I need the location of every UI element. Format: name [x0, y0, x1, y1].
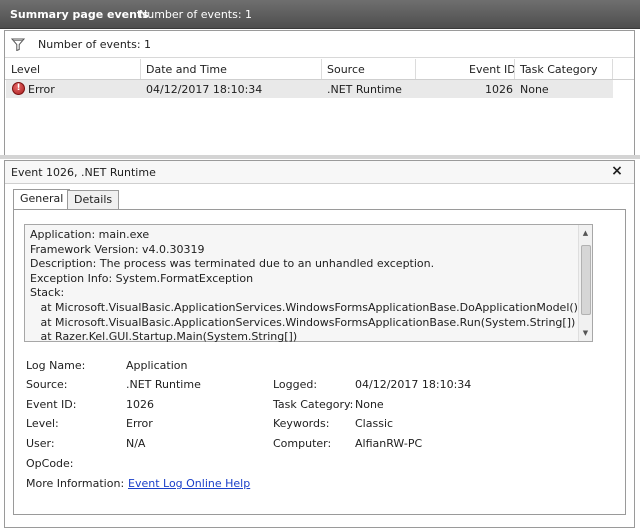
summary-title: Summary page events	[10, 8, 149, 21]
description-line: Exception Info: System.FormatException	[30, 271, 254, 285]
filter-icon[interactable]	[11, 38, 25, 51]
description-line: Description: The process was terminated …	[30, 257, 435, 271]
logged-label: Logged:	[273, 378, 318, 391]
pane-splitter[interactable]	[0, 155, 640, 159]
keywords-value: Classic	[355, 417, 394, 430]
event-list-pane: Number of events: 1 Level Date and Time …	[4, 30, 635, 156]
source-label: Source:	[26, 378, 68, 391]
column-divider[interactable]	[415, 59, 416, 79]
column-header-task-category[interactable]: Task Category	[520, 63, 597, 76]
description-line: at Microsoft.VisualBasic.ApplicationServ…	[30, 300, 578, 314]
column-divider[interactable]	[140, 59, 141, 79]
filter-bar: Number of events: 1	[5, 31, 634, 58]
column-divider[interactable]	[321, 59, 322, 79]
description-line: Application: main.exe	[30, 228, 150, 241]
log-name-label: Log Name:	[26, 359, 86, 372]
scroll-up-arrow-icon[interactable]: ▲	[579, 227, 592, 239]
scroll-down-arrow-icon[interactable]: ▼	[579, 327, 592, 339]
column-header-event-id[interactable]: Event ID	[469, 63, 516, 76]
description-text: Application: main.exe Framework Version:…	[30, 228, 578, 345]
row-date-time: 04/12/2017 18:10:34	[146, 83, 263, 96]
tab-details[interactable]: Details	[67, 190, 120, 209]
row-level: Error	[28, 83, 55, 96]
row-task-category: None	[520, 83, 549, 96]
detail-tabs: General Details	[13, 189, 613, 210]
description-line: at Microsoft.VisualBasic.ApplicationServ…	[30, 315, 576, 329]
scrollbar-thumb[interactable]	[581, 245, 591, 315]
filter-count-text: Number of events: 1	[38, 38, 152, 51]
description-box[interactable]: Application: main.exe Framework Version:…	[24, 224, 593, 345]
event-id-label: Event ID:	[26, 398, 77, 411]
description-line: Framework Version: v4.0.30319	[30, 242, 205, 256]
computer-value: AlfianRW-PC	[355, 437, 423, 450]
user-label: User:	[26, 437, 55, 450]
event-log-online-help-link[interactable]: Event Log Online Help	[128, 477, 250, 490]
computer-label: Computer:	[273, 437, 332, 450]
task-category-label: Task Category:	[273, 398, 354, 411]
more-information-label: More Information:	[26, 477, 125, 490]
error-icon: !	[12, 82, 25, 95]
user-value: N/A	[126, 437, 146, 450]
level-value: Error	[126, 417, 153, 430]
row-source: .NET Runtime	[327, 83, 402, 96]
tab-general[interactable]: General	[13, 189, 71, 210]
task-category-value: None	[355, 398, 384, 411]
source-value: .NET Runtime	[126, 378, 201, 391]
column-header-level[interactable]: Level	[11, 63, 40, 76]
title-bar: Summary page events Number of events: 1	[0, 0, 640, 29]
description-scrollbar[interactable]: ▲ ▼	[578, 225, 592, 341]
logged-value: 04/12/2017 18:10:34	[355, 378, 472, 391]
description-line: Stack:	[30, 286, 65, 300]
column-header-date-time[interactable]: Date and Time	[146, 63, 227, 76]
column-header-source[interactable]: Source	[327, 63, 365, 76]
level-label: Level:	[26, 417, 59, 430]
log-name-value: Application	[126, 359, 188, 372]
description-line: at Razer.Kel.GUI.Startup.Main(System.Str…	[30, 330, 298, 344]
detail-header: Event 1026, .NET Runtime ×	[5, 161, 634, 184]
event-count-title: Number of events: 1	[139, 8, 253, 21]
column-header-row: Level Date and Time Source Event ID Task…	[5, 59, 634, 80]
column-divider[interactable]	[612, 59, 613, 79]
opcode-label: OpCode:	[26, 457, 74, 470]
table-row[interactable]: ! Error 04/12/2017 18:10:34 .NET Runtime…	[6, 80, 613, 98]
detail-title: Event 1026, .NET Runtime	[11, 166, 156, 179]
keywords-label: Keywords:	[273, 417, 330, 430]
row-event-id: 1026	[485, 83, 513, 96]
column-divider[interactable]	[514, 59, 515, 79]
close-icon[interactable]: ×	[609, 163, 625, 179]
event-id-value: 1026	[126, 398, 154, 411]
